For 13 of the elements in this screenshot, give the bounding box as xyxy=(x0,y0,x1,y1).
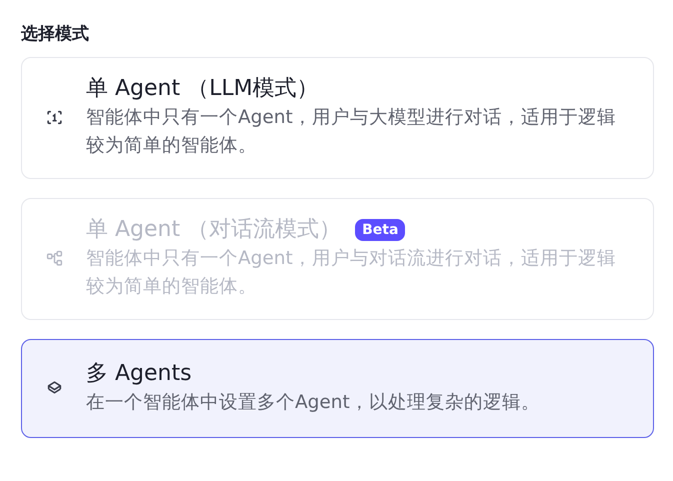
option-description: 智能体中只有一个Agent，用户与对话流进行对话，适用于逻辑较为简单的智能体。 xyxy=(86,247,617,299)
option-title: 单 Agent （LLM模式） xyxy=(86,75,319,103)
section-heading: 选择模式 xyxy=(21,23,90,45)
mode-option[interactable]: 单 Agent （LLM模式） 智能体中只有一个Agent，用户与大模型进行对话，适用于逻辑较为简单的智能体。 xyxy=(21,57,654,179)
mode-option[interactable]: 多 Agents 在一个智能体中设置多个Agent，以处理复杂的逻辑。 xyxy=(21,339,654,438)
option-description: 智能体中只有一个Agent，用户与大模型进行对话，适用于逻辑较为简单的智能体。 xyxy=(86,106,617,158)
nodes-icon xyxy=(46,250,63,266)
option-description: 在一个智能体中设置多个Agent，以处理复杂的逻辑。 xyxy=(86,391,541,415)
layers-icon xyxy=(46,380,63,396)
option-title: 多 Agents xyxy=(86,360,192,388)
option-title: 单 Agent （对话流模式） xyxy=(86,216,342,244)
numbered-frame-icon xyxy=(46,108,63,126)
beta-badge: Beta xyxy=(355,219,406,241)
